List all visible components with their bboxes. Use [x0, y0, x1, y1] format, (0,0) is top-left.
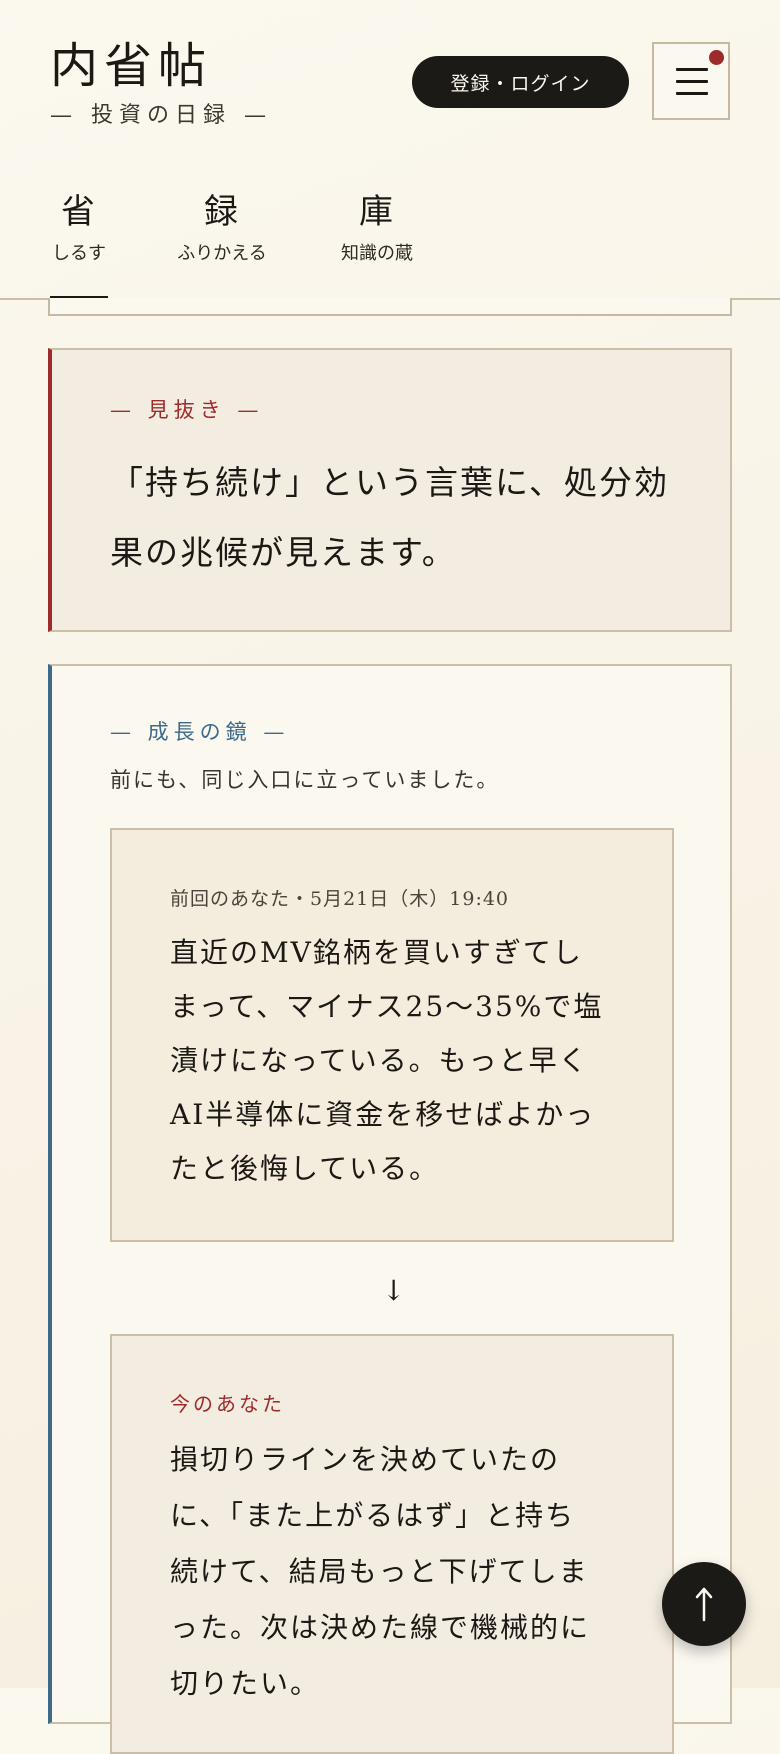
- arrow-down-icon: ↓: [382, 1274, 406, 1307]
- growth-mirror-card: — 成長の鏡 — 前にも、同じ入口に立っていました。 前回のあなた・5月21日（…: [48, 664, 732, 1754]
- tab-furikaeru[interactable]: 録 ふりかえる: [170, 190, 274, 266]
- growth-description: 前にも、同じ入口に立っていました。: [110, 768, 500, 792]
- tab-bar: 省 しるす 録 ふりかえる 庫 知識の蔵: [0, 190, 780, 300]
- login-button-label: 登録・ログイン: [450, 73, 591, 95]
- tab-kanji: 録: [204, 192, 240, 232]
- insight-text: 「持ち続け」という言葉に、処分効果の兆候が見えます。: [110, 463, 670, 572]
- login-button[interactable]: 登録・ログイン: [412, 56, 629, 108]
- past-entry-box: 前回のあなた・5月21日（木）19:40 直近のMV銘柄を買いすぎてしまって、マ…: [110, 828, 674, 1242]
- tab-label: しるす: [52, 243, 106, 264]
- app-subtitle: — 投資の日録 —: [50, 103, 272, 128]
- app-header: 内省帖 — 投資の日録 — 登録・ログイン: [0, 0, 780, 150]
- arrow-up-icon: [695, 1587, 713, 1622]
- tab-label: 知識の蔵: [341, 243, 413, 264]
- past-entry-label: 前回のあなた・5月21日（木）19:40: [170, 888, 510, 910]
- current-entry-box: 今のあなた 損切りラインを決めていたのに、「また上がるはず」と持ち続けて、結局も…: [110, 1334, 674, 1754]
- past-entry-text: 直近のMV銘柄を買いすぎてしまって、マイナス25〜35%で塩漬けになっている。も…: [170, 936, 604, 1185]
- insight-label: — 見抜き —: [110, 398, 264, 422]
- tab-kanji: 庫: [359, 192, 395, 232]
- tab-shirusu[interactable]: 省 しるす: [50, 190, 108, 266]
- app-title: 内省帖: [50, 38, 213, 94]
- previous-card-edge: [48, 298, 732, 316]
- menu-button[interactable]: [652, 42, 730, 120]
- tab-chishiki-no-kura[interactable]: 庫 知識の蔵: [332, 190, 422, 266]
- tab-label: ふりかえる: [177, 243, 267, 264]
- current-entry-text: 損切りラインを決めていたのに、「また上がるはず」と持ち続けて、結局もっと下げてし…: [170, 1443, 591, 1700]
- scroll-to-top-button[interactable]: [662, 1562, 746, 1646]
- growth-label: — 成長の鏡 —: [110, 720, 290, 744]
- tab-kanji: 省: [61, 192, 97, 232]
- notification-dot: [709, 50, 724, 65]
- insight-card: — 見抜き — 「持ち続け」という言葉に、処分効果の兆候が見えます。: [48, 348, 732, 632]
- current-entry-label: 今のあなた: [170, 1392, 285, 1416]
